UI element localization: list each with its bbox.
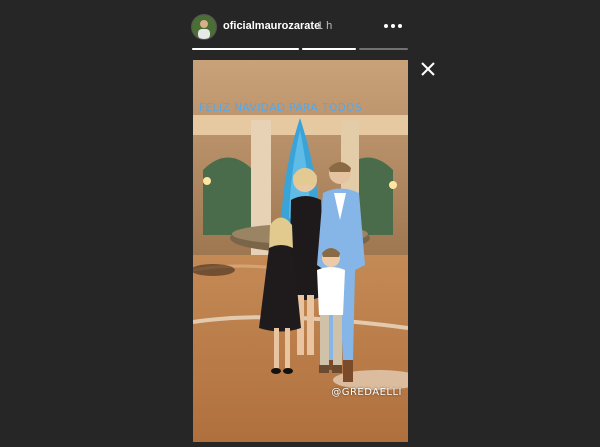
- progress-segment: [192, 48, 299, 50]
- close-icon[interactable]: [419, 60, 437, 78]
- mention-sticker[interactable]: @GREDAELLI: [331, 387, 402, 398]
- family-photo-illustration: [193, 60, 408, 442]
- story-header: oficialmaurozarate 1 h: [192, 14, 408, 40]
- story-photo[interactable]: FELIZ NAVIDAD PARA TODOS @GREDAELLI: [193, 60, 408, 442]
- story-timestamp: 1 h: [317, 20, 333, 32]
- username-link[interactable]: oficialmaurozarate: [223, 20, 320, 32]
- more-options-icon[interactable]: [382, 16, 404, 36]
- progress-segment: [302, 48, 356, 50]
- story-caption: FELIZ NAVIDAD PARA TODOS: [199, 102, 363, 114]
- progress-segment: [359, 48, 408, 50]
- story-viewer: oficialmaurozarate 1 h FELIZ NAVIDAD PAR…: [0, 0, 600, 447]
- profile-avatar[interactable]: [192, 15, 216, 39]
- story-progress: [192, 48, 408, 50]
